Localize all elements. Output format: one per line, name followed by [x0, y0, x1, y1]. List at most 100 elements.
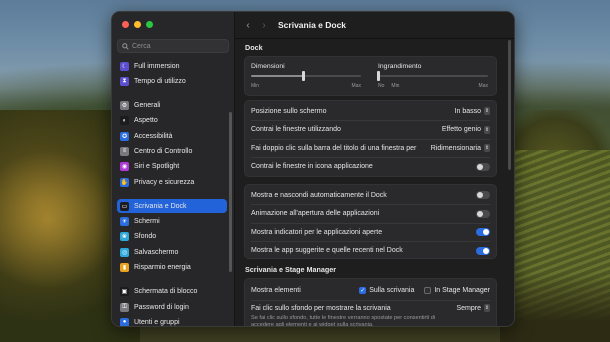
- dock-magnification-ticks: No Min Max: [378, 83, 488, 89]
- setting-toggle[interactable]: [476, 209, 490, 218]
- dock-sliders-card: Dimensioni Min Max Ingrandimento No Min …: [244, 56, 497, 96]
- in-stage-manager-checkbox[interactable]: [424, 286, 432, 294]
- sidebar-item-label: Centro di Controllo: [134, 147, 193, 155]
- sidebar-item-label: Sfondo: [134, 233, 157, 241]
- setting-row: Mostra indicatori per le applicazioni ap…: [245, 223, 496, 241]
- control-center-icon: ≡: [120, 146, 129, 156]
- screensaver-icon: ◎: [120, 247, 129, 257]
- setting-label: Posizione sullo schermo: [251, 107, 327, 115]
- window-controls: [122, 21, 153, 28]
- minimize-button[interactable]: [134, 21, 141, 28]
- dock-size-min-label: Min: [251, 83, 260, 89]
- dock-size-slider-group: Dimensioni Min Max: [251, 63, 361, 89]
- main-scrollbar[interactable]: [508, 40, 511, 170]
- wallpaper-shadow: [500, 272, 610, 342]
- sidebar-item[interactable]: ❀ Sfondo: [117, 230, 227, 244]
- sidebar-item[interactable]: ▮ Risparmio energia: [117, 261, 227, 275]
- dock-size-ticks: Min Max: [251, 83, 361, 89]
- sidebar-item-label: Risparmio energia: [134, 264, 191, 272]
- dock-magnification-slider[interactable]: [376, 71, 488, 81]
- dock-behaviour-card: Mostra e nascondi automaticamente il Doc…: [244, 184, 497, 259]
- sidebar-item-label: Aspetto: [134, 117, 158, 125]
- on-desktop-checkbox[interactable]: ✓: [359, 286, 367, 294]
- hand-icon: ✋: [120, 177, 129, 187]
- divider: [251, 300, 490, 301]
- dock-magnification-min-label: Min: [391, 83, 400, 89]
- close-button[interactable]: [122, 21, 129, 28]
- sidebar-item[interactable]: ◎ Salvaschermo: [117, 245, 227, 259]
- show-items-row: Mostra elementi ✓ Sulla scrivania In Sta…: [245, 281, 496, 299]
- sidebar-item-label: Accessibilità: [134, 132, 173, 140]
- sidebar-item-label: Schermata di blocco: [134, 288, 198, 296]
- battery-icon: ▮: [120, 263, 129, 273]
- appearance-icon: ◐: [120, 116, 129, 126]
- dock-magnification-slider-thumb[interactable]: [376, 71, 380, 81]
- page-title: Scrivania e Dock: [278, 20, 347, 30]
- dock-size-label: Dimensioni: [251, 63, 285, 70]
- sidebar-item[interactable]: ☀ Schermi: [117, 215, 227, 229]
- setting-popup[interactable]: Effetto genio ⇕: [442, 125, 490, 134]
- sidebar-item[interactable]: ▣ Schermata di blocco: [117, 285, 227, 299]
- search-input[interactable]: [132, 42, 222, 50]
- settings-window: ☾ Full immersion ⧗ Tempo di utilizzo ⚙ Genera…: [111, 11, 515, 327]
- click-wallpaper-row: Fai clic sullo sfondo per mostrare la sc…: [251, 304, 490, 326]
- in-stage-manager-option[interactable]: In Stage Manager: [424, 286, 490, 294]
- setting-label: Contrai le finestre in icona applicazion…: [251, 163, 373, 170]
- sidebar-item[interactable]: ✪ Accessibilità: [117, 129, 227, 143]
- setting-toggle[interactable]: [476, 162, 490, 171]
- sidebar-item[interactable]: ◉ Siri e Spotlight: [117, 160, 227, 174]
- chevron-updown-icon: ⇕: [484, 144, 490, 152]
- sidebar-item-label: Scrivania e Dock: [134, 202, 187, 210]
- dock-magnification-max-label: Max: [478, 83, 488, 89]
- setting-toggle[interactable]: [476, 228, 490, 236]
- on-desktop-option[interactable]: ✓ Sulla scrivania: [359, 286, 415, 294]
- sidebar-item[interactable]: ✋ Privacy e sicurezza: [117, 175, 227, 189]
- setting-row: Fai doppio clic sulla barra del titolo d…: [245, 139, 496, 157]
- sidebar-item[interactable]: ◐ Aspetto: [117, 114, 227, 128]
- setting-popup[interactable]: Ridimensionaria ⇕: [431, 144, 490, 152]
- setting-toggle[interactable]: [476, 246, 490, 255]
- setting-label: Mostra indicatori per le applicazioni ap…: [251, 228, 383, 236]
- sidebar-item-label: Privacy e sicurezza: [134, 178, 195, 186]
- click-wallpaper-popup[interactable]: Sempre ⇕: [456, 304, 490, 312]
- sidebar-item[interactable]: ▭ Scrivania e Dock: [117, 199, 227, 214]
- sidebar-scrollbar[interactable]: [229, 112, 232, 272]
- search-icon: [122, 42, 129, 50]
- sidebar-item[interactable]: ⚿ Password di login: [117, 300, 227, 314]
- on-desktop-label: Sulla scrivania: [369, 286, 415, 294]
- dock-section-title: Dock: [245, 43, 263, 52]
- dock-size-slider[interactable]: [251, 71, 361, 81]
- setting-label: Mostra le app suggerite e quelle recenti…: [251, 247, 403, 254]
- chevron-right-icon: ›: [262, 19, 266, 31]
- gear-icon: ⚙: [120, 101, 129, 111]
- chevron-updown-icon: ⇕: [484, 304, 490, 312]
- sidebar-item-label: Utenti e gruppi: [134, 318, 180, 326]
- in-stage-manager-label: In Stage Manager: [434, 286, 490, 294]
- back-button[interactable]: ‹: [243, 19, 253, 31]
- dock-magnification-label: Ingrandimento: [378, 63, 422, 70]
- forward-button[interactable]: ›: [259, 19, 269, 31]
- sidebar: ☾ Full immersion ⧗ Tempo di utilizzo ⚙ Genera…: [112, 12, 235, 326]
- setting-row: Contrai le finestre utilizzando Effetto g…: [245, 121, 496, 139]
- dock-size-slider-thumb[interactable]: [302, 71, 306, 81]
- search-field[interactable]: [117, 39, 229, 53]
- setting-popup[interactable]: In basso ⇕: [455, 107, 490, 115]
- sidebar-item[interactable]: ⚙ Generali: [117, 99, 227, 113]
- click-wallpaper-label: Fai clic sullo sfondo per mostrare la sc…: [251, 304, 391, 312]
- sidebar-item[interactable]: ● Utenti e gruppi: [117, 315, 227, 326]
- wallpaper-light: [0, 150, 120, 290]
- click-wallpaper-value: Sempre: [456, 304, 481, 312]
- sidebar-item-label: Generali: [134, 102, 161, 110]
- sidebar-item[interactable]: ☾ Full immersion: [117, 59, 227, 73]
- setting-label: Fai doppio clic sulla barra del titolo d…: [251, 144, 417, 152]
- setting-row: Mostra e nascondi automaticamente il Doc…: [245, 186, 496, 204]
- lock-screen-icon: ▣: [120, 287, 129, 297]
- zoom-button[interactable]: [146, 21, 153, 28]
- sidebar-item[interactable]: ⧗ Tempo di utilizzo: [117, 74, 227, 88]
- setting-row: Mostra le app suggerite e quelle recenti…: [245, 242, 496, 260]
- setting-toggle[interactable]: [476, 191, 490, 199]
- setting-popup-value: In basso: [454, 107, 481, 115]
- sidebar-item[interactable]: ≡ Centro di Controllo: [117, 144, 227, 158]
